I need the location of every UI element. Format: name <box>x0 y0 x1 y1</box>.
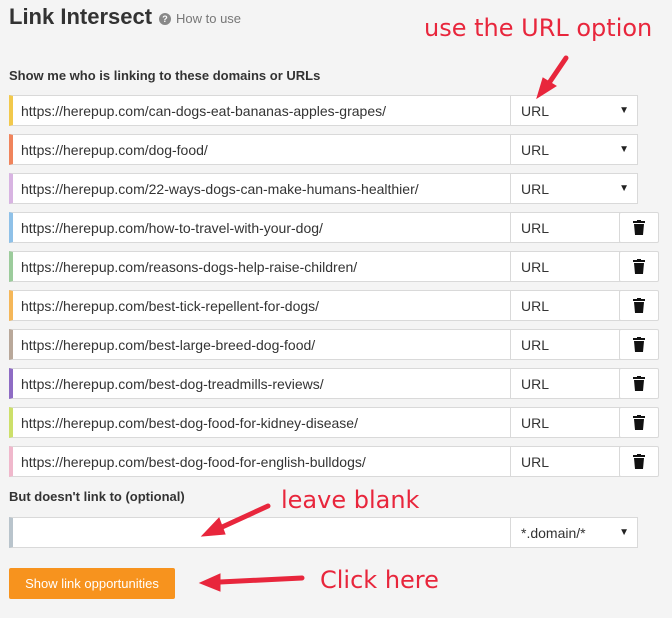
delete-row-button[interactable] <box>619 446 659 477</box>
exclude-mode-select[interactable]: *.domain/* ▼ <box>511 517 638 548</box>
target-url-input[interactable]: https://herepup.com/best-dog-treadmills-… <box>9 368 511 399</box>
target-row: https://herepup.com/how-to-travel-with-y… <box>9 212 638 243</box>
trash-icon <box>633 337 645 352</box>
trash-icon <box>633 376 645 391</box>
arrow-url-option <box>544 55 569 89</box>
target-mode-value: URL <box>521 141 550 158</box>
target-row: https://herepup.com/best-tick-repellent-… <box>9 290 638 321</box>
target-row: https://herepup.com/best-large-breed-dog… <box>9 329 638 360</box>
arrowhead-click-here <box>198 573 221 592</box>
target-row: https://herepup.com/reasons-dogs-help-ra… <box>9 251 638 282</box>
help-label: How to use <box>176 11 242 26</box>
target-mode-select[interactable]: URL ▼ <box>511 95 638 126</box>
delete-row-button[interactable] <box>619 290 659 321</box>
target-url-input[interactable]: https://herepup.com/can-dogs-eat-bananas… <box>9 95 511 126</box>
targets-label: Show me who is linking to these domains … <box>9 68 321 83</box>
target-mode-select[interactable]: URL ▼ <box>511 173 638 204</box>
target-row: https://herepup.com/22-ways-dogs-can-mak… <box>9 173 638 204</box>
target-url-input[interactable]: https://herepup.com/best-large-breed-dog… <box>9 329 511 360</box>
target-row: https://herepup.com/best-dog-treadmills-… <box>9 368 638 399</box>
chevron-down-icon: ▼ <box>619 183 629 194</box>
target-mode-value: URL <box>521 180 550 197</box>
delete-row-button[interactable] <box>619 407 659 438</box>
exclude-input[interactable] <box>9 517 511 548</box>
trash-icon <box>633 298 645 313</box>
chevron-down-icon: ▼ <box>619 527 629 538</box>
page-title: Link Intersect <box>9 4 153 29</box>
target-mode-value: URL <box>521 102 550 119</box>
target-url-input[interactable]: https://herepup.com/how-to-travel-with-y… <box>9 212 511 243</box>
target-mode-value: URL <box>521 453 550 470</box>
delete-row-button[interactable] <box>619 368 659 399</box>
chevron-down-icon: ▼ <box>619 144 629 155</box>
trash-icon <box>633 220 645 235</box>
target-mode-value: URL <box>521 297 550 314</box>
trash-icon <box>633 454 645 469</box>
annotation-url-option: use the URL option <box>424 14 653 42</box>
help-link[interactable]: ? How to use <box>159 11 241 26</box>
show-link-opportunities-button[interactable]: Show link opportunities <box>9 568 175 599</box>
annotation-click-here: Click here <box>320 566 439 594</box>
target-url-input[interactable]: https://herepup.com/reasons-dogs-help-ra… <box>9 251 511 282</box>
target-url-input[interactable]: https://herepup.com/best-tick-repellent-… <box>9 290 511 321</box>
target-row: https://herepup.com/dog-food/URL ▼ <box>9 134 638 165</box>
exclude-label: But doesn't link to (optional) <box>9 489 185 504</box>
delete-row-button[interactable] <box>619 212 659 243</box>
target-mode-value: URL <box>521 414 550 431</box>
target-mode-value: URL <box>521 258 550 275</box>
trash-icon <box>633 415 645 430</box>
target-url-input[interactable]: https://herepup.com/best-dog-food-for-ki… <box>9 407 511 438</box>
exclude-mode-value: *.domain/* <box>521 524 586 541</box>
exclude-row: *.domain/* ▼ <box>9 517 638 548</box>
arrow-click-here <box>217 575 305 585</box>
trash-icon <box>633 259 645 274</box>
chevron-down-icon: ▼ <box>619 105 629 116</box>
target-row: https://herepup.com/best-dog-food-for-ki… <box>9 407 638 438</box>
target-mode-value: URL <box>521 336 550 353</box>
question-icon: ? <box>159 12 171 25</box>
target-url-input[interactable]: https://herepup.com/dog-food/ <box>9 134 511 165</box>
annotation-leave-blank: leave blank <box>281 486 420 514</box>
target-mode-select[interactable]: URL ▼ <box>511 134 638 165</box>
target-mode-value: URL <box>521 375 550 392</box>
target-url-input[interactable]: https://herepup.com/best-dog-food-for-en… <box>9 446 511 477</box>
delete-row-button[interactable] <box>619 251 659 282</box>
target-mode-value: URL <box>521 219 550 236</box>
target-row: https://herepup.com/best-dog-food-for-en… <box>9 446 638 477</box>
delete-row-button[interactable] <box>619 329 659 360</box>
target-url-input[interactable]: https://herepup.com/22-ways-dogs-can-mak… <box>9 173 511 204</box>
target-row: https://herepup.com/can-dogs-eat-bananas… <box>9 95 638 126</box>
